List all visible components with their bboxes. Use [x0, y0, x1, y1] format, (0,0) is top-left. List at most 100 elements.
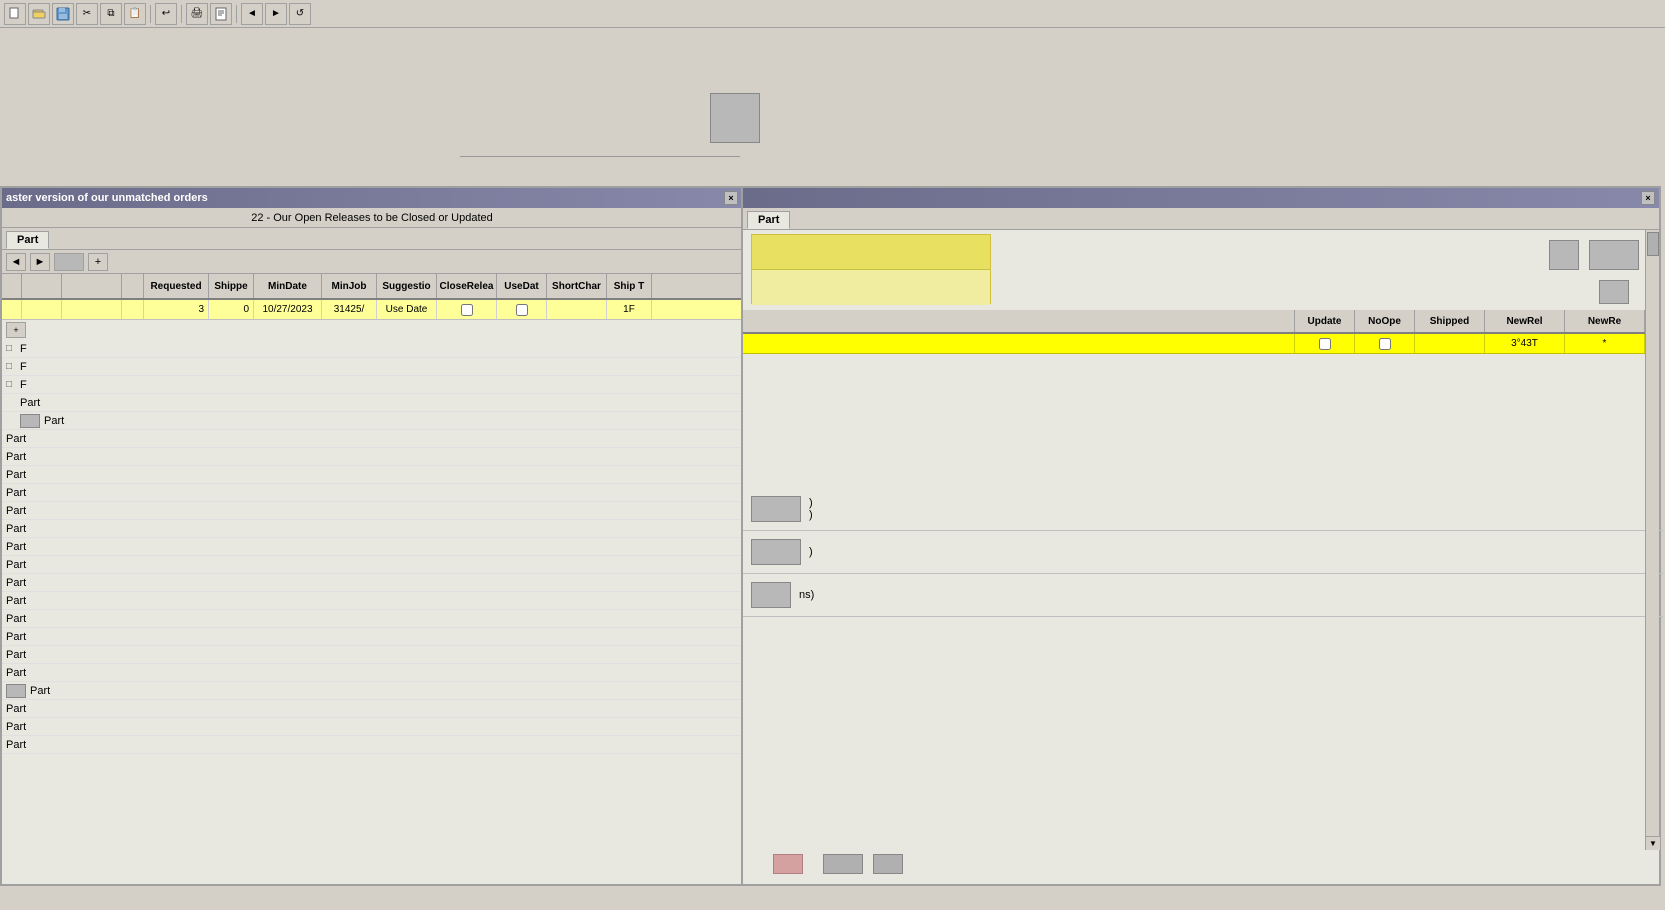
col-header-minjob: MinJob: [322, 274, 377, 298]
left-panel-title: aster version of our unmatched orders: [6, 192, 724, 204]
right-highlighted-row[interactable]: 3°43T *: [743, 334, 1645, 354]
list-row-part5[interactable]: Part: [2, 466, 742, 484]
list-row-part4[interactable]: Part: [2, 448, 742, 466]
list-label-part7: Part: [6, 505, 26, 517]
list-label-part18: Part: [6, 703, 26, 715]
right-scrollbar-down[interactable]: ▼: [1646, 836, 1660, 850]
left-tab-part[interactable]: Part: [6, 231, 49, 249]
grid-btn-2[interactable]: ►: [30, 253, 50, 271]
list-row-part8[interactable]: Part: [2, 520, 742, 538]
list-row-part10[interactable]: Part: [2, 556, 742, 574]
noope-checkbox[interactable]: [1379, 338, 1391, 350]
toolbar-sep-3: [236, 5, 237, 23]
list-label-part4: Part: [6, 451, 26, 463]
bottom-peach-box: [773, 854, 803, 874]
right-panel: × Part ▲ Update: [741, 186, 1661, 886]
main-area: ▼ aster version of our unmatched orders …: [0, 28, 1665, 888]
expand-row-btn[interactable]: +: [6, 322, 26, 338]
right-top-gray2: [1549, 240, 1579, 270]
list-label-part1: Part: [20, 397, 40, 409]
usedat-checkbox[interactable]: [516, 304, 528, 316]
toolbar-btn-print[interactable]: 🖨: [186, 3, 208, 25]
toolbar-btn-undo[interactable]: ↩: [155, 3, 177, 25]
left-panel-close-btn[interactable]: ×: [724, 191, 738, 205]
toolbar-btn-back[interactable]: ◄: [241, 3, 263, 25]
section1-label: ): [809, 497, 813, 509]
list-label-part13: Part: [6, 613, 26, 625]
list-label-part10: Part: [6, 559, 26, 571]
expand-icon-f2: □: [6, 361, 20, 372]
section3-btn[interactable]: [751, 582, 791, 608]
right-panel-close-btn[interactable]: ×: [1641, 191, 1655, 205]
col-header-shortchar: ShortChar: [547, 274, 607, 298]
list-row-part3[interactable]: Part: [2, 430, 742, 448]
col-header-empty: [122, 274, 144, 298]
list-label-part12: Part: [6, 595, 26, 607]
toolbar-btn-preview[interactable]: [210, 3, 232, 25]
toolbar-btn-refresh[interactable]: ↺: [289, 3, 311, 25]
grid-btn-3[interactable]: [54, 253, 84, 271]
list-row-f2[interactable]: □ F: [2, 358, 742, 376]
list-row-part13[interactable]: Part: [2, 610, 742, 628]
selected-row-closerelea: [437, 300, 497, 319]
toolbar-btn-forward[interactable]: ►: [265, 3, 287, 25]
list-row-f1[interactable]: □ F: [2, 340, 742, 358]
toolbar-btn-cut[interactable]: ✂: [76, 3, 98, 25]
toolbar-btn-copy[interactable]: ⧉: [100, 3, 122, 25]
list-row-part11[interactable]: Part: [2, 574, 742, 592]
list-label-part2: Part: [44, 415, 64, 427]
list-row-part6[interactable]: Part: [2, 484, 742, 502]
toolbar-btn-new[interactable]: [4, 3, 26, 25]
right-tab-part[interactable]: Part: [747, 211, 790, 229]
section1-area: ) ): [809, 497, 813, 521]
update-checkbox[interactable]: [1319, 338, 1331, 350]
section1-btn[interactable]: [751, 496, 801, 522]
left-grid-selected-row[interactable]: 3 0 10/27/2023 31425/ Use Date 1F: [2, 300, 742, 320]
list-label-part5: Part: [6, 469, 26, 481]
left-panel-title-bar: aster version of our unmatched orders ×: [2, 188, 742, 208]
list-row-part2[interactable]: Part: [2, 412, 742, 430]
right-section-2: ): [743, 531, 1663, 574]
col-header-closerelea: CloseRelea: [437, 274, 497, 298]
grid-btn-1[interactable]: ◄: [6, 253, 26, 271]
section2-btn[interactable]: [751, 539, 801, 565]
left-panel: aster version of our unmatched orders × …: [0, 186, 744, 886]
toolbar-btn-save[interactable]: [52, 3, 74, 25]
list-row-part1[interactable]: Part: [2, 394, 742, 412]
closerelea-checkbox[interactable]: [461, 304, 473, 316]
toolbar-btn-open[interactable]: [28, 3, 50, 25]
list-row-part20[interactable]: Part: [2, 736, 742, 754]
list-row-part9[interactable]: Part: [2, 538, 742, 556]
list-row-part18[interactable]: Part: [2, 700, 742, 718]
col-header-shippe: Shippe: [209, 274, 254, 298]
list-row-part19[interactable]: Part: [2, 718, 742, 736]
list-row-part15[interactable]: Part: [2, 646, 742, 664]
right-col-header-shipped: Shipped: [1415, 310, 1485, 332]
list-label-part15: Part: [6, 649, 26, 661]
expand-icon-f1: □: [6, 343, 20, 354]
list-row-part7[interactable]: Part: [2, 502, 742, 520]
right-grid-area: ▲ Update NoOpe Shipped NewRel NewRe: [743, 310, 1659, 354]
right-row-newre: *: [1565, 334, 1645, 353]
list-row-part16[interactable]: Part: [2, 664, 742, 682]
list-row-part12[interactable]: Part: [2, 592, 742, 610]
col-header-usedat: UseDat: [497, 274, 547, 298]
list-row-part17[interactable]: Part: [2, 682, 742, 700]
list-row-f3[interactable]: □ F: [2, 376, 742, 394]
list-label-part3: Part: [6, 433, 26, 445]
list-label-part16: Part: [6, 667, 26, 679]
right-tab-bar: Part: [743, 208, 1659, 230]
selected-row-shortchar: [547, 300, 607, 319]
list-label-f3: F: [20, 379, 27, 391]
toolbar-btn-paste[interactable]: 📋: [124, 3, 146, 25]
toolbar-sep-1: [150, 5, 151, 23]
right-panel-scrollbar[interactable]: ▼: [1645, 230, 1659, 850]
left-grid-toolbar: ◄ ► +: [2, 250, 742, 274]
expand-icon-f3: □: [6, 379, 20, 390]
main-toolbar: ✂ ⧉ 📋 ↩ 🖨 ◄ ► ↺: [0, 0, 1665, 28]
list-row-part14[interactable]: Part: [2, 628, 742, 646]
selected-row-shippe: 0: [209, 300, 254, 319]
col-header-mindate: MinDate: [254, 274, 322, 298]
grid-btn-4[interactable]: +: [88, 253, 108, 271]
right-top-yellow-top: [752, 235, 990, 270]
